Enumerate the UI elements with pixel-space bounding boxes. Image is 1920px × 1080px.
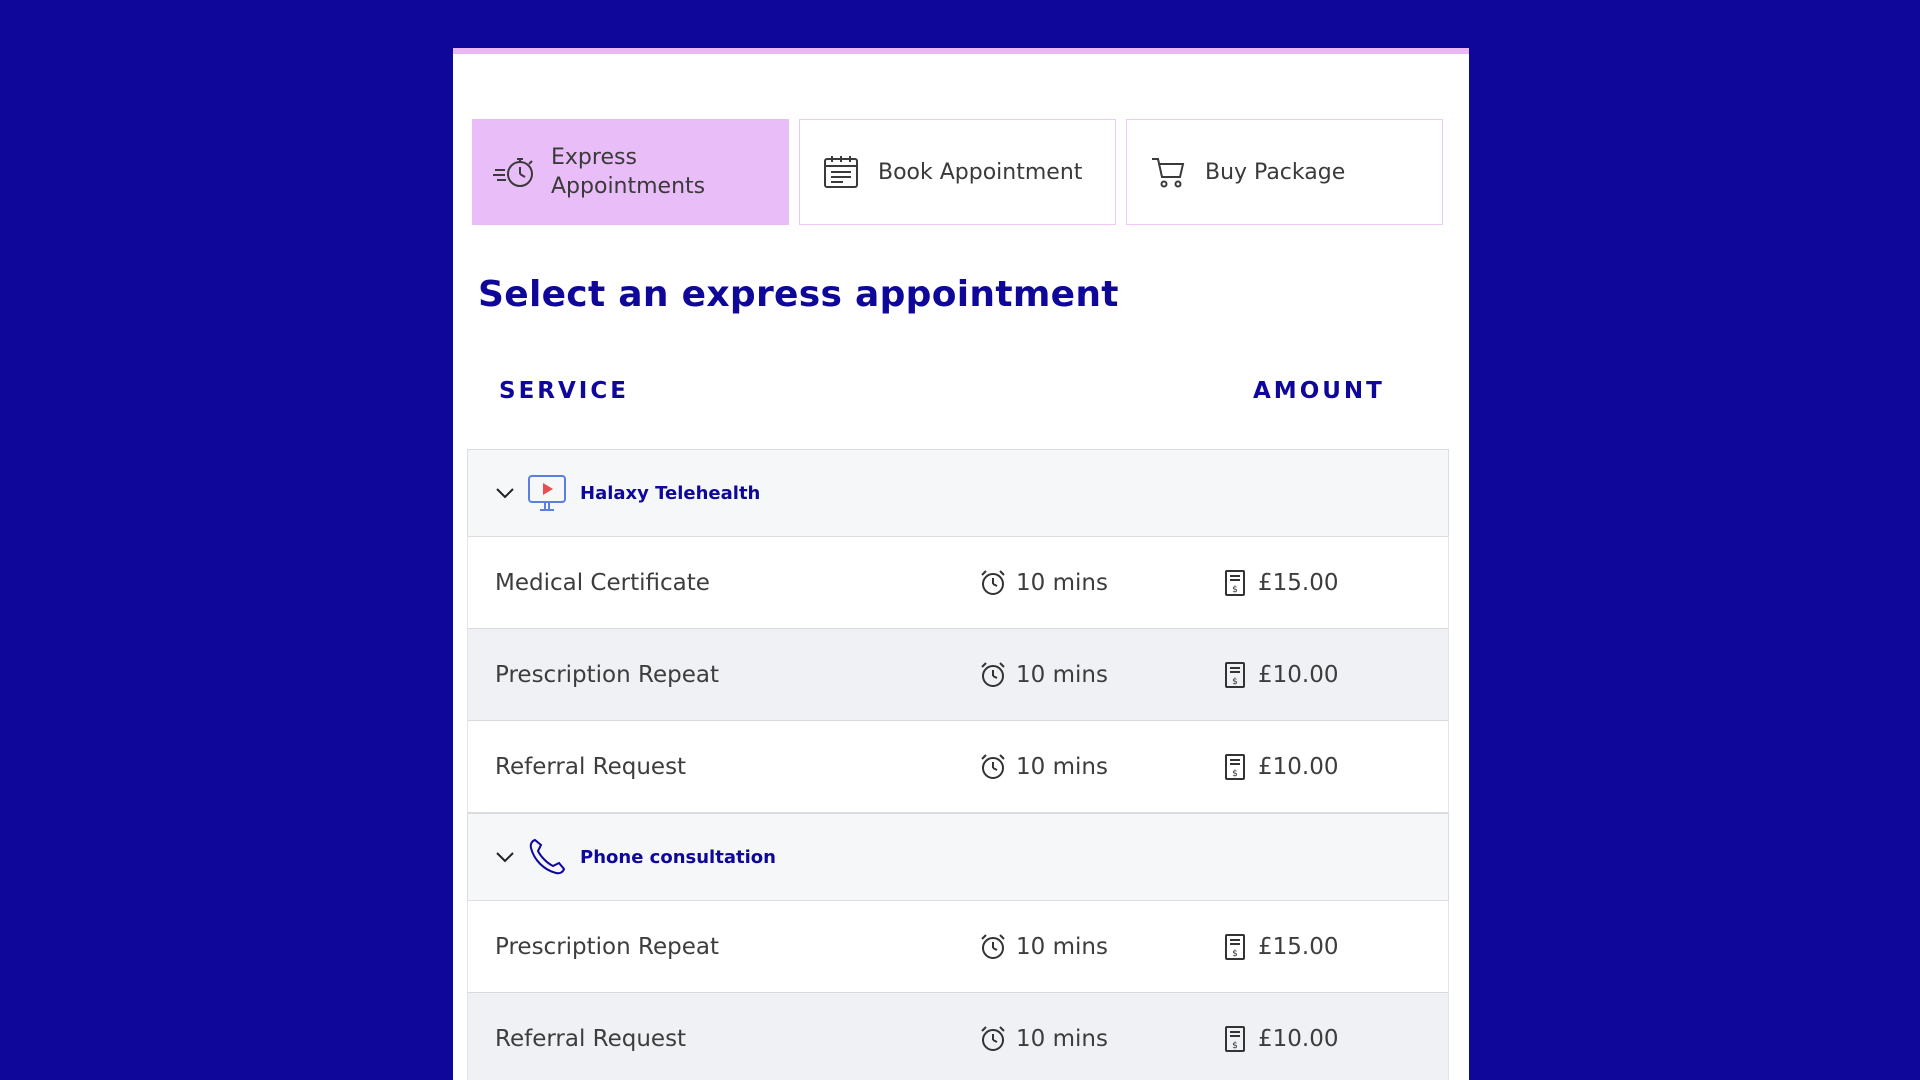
appointment-table: Halaxy Telehealth Medical Certificate 10… <box>467 449 1449 1080</box>
price-text: £15.00 <box>1258 933 1339 960</box>
svg-text:$: $ <box>1232 1041 1238 1051</box>
price: $ £10.00 <box>1220 752 1338 782</box>
alarm-clock-icon <box>978 568 1008 598</box>
service-name: Medical Certificate <box>495 569 710 596</box>
group-name: Phone consultation <box>580 846 776 868</box>
column-header-amount: AMOUNT <box>1253 378 1385 404</box>
svg-text:$: $ <box>1232 585 1238 595</box>
tab-buy-package[interactable]: Buy Package <box>1126 119 1443 225</box>
price-text: £15.00 <box>1258 569 1339 596</box>
tab-label: Book Appointment <box>878 159 1083 185</box>
receipt-icon: $ <box>1220 1024 1250 1054</box>
duration: 10 mins <box>978 932 1108 962</box>
service-name: Referral Request <box>495 753 687 780</box>
duration: 10 mins <box>978 752 1108 782</box>
column-header-service: SERVICE <box>499 378 629 404</box>
table-row[interactable]: Referral Request 10 mins $ £10.00 <box>467 993 1449 1080</box>
chevron-down-icon[interactable] <box>494 482 516 504</box>
chevron-down-icon[interactable] <box>494 846 516 868</box>
alarm-clock-icon <box>978 660 1008 690</box>
tab-express-appointments[interactable]: Express Appointments <box>472 119 789 225</box>
price-text: £10.00 <box>1258 753 1339 780</box>
tab-bar: Express Appointments Book Appointment Bu… <box>472 119 1443 225</box>
service-name: Prescription Repeat <box>495 661 719 688</box>
price: $ £10.00 <box>1220 1024 1338 1054</box>
price-text: £10.00 <box>1258 1025 1339 1052</box>
receipt-icon: $ <box>1220 752 1250 782</box>
service-name: Referral Request <box>495 1025 687 1052</box>
svg-text:$: $ <box>1232 677 1238 687</box>
group-header-phone-consultation[interactable]: Phone consultation <box>467 813 1449 901</box>
duration-text: 10 mins <box>1016 569 1108 596</box>
alarm-clock-icon <box>978 752 1008 782</box>
svg-text:$: $ <box>1232 769 1238 779</box>
table-row[interactable]: Prescription Repeat 10 mins $ £15.00 <box>467 901 1449 993</box>
alarm-clock-icon <box>978 932 1008 962</box>
booking-panel: Express Appointments Book Appointment Bu… <box>453 48 1469 1080</box>
phone-icon <box>526 836 568 878</box>
receipt-icon: $ <box>1220 932 1250 962</box>
duration-text: 10 mins <box>1016 661 1108 688</box>
svg-text:$: $ <box>1232 949 1238 959</box>
cart-icon <box>1145 152 1191 192</box>
price-text: £10.00 <box>1258 661 1339 688</box>
group-header-halaxy-telehealth[interactable]: Halaxy Telehealth <box>467 449 1449 537</box>
video-monitor-icon <box>526 472 568 514</box>
price: $ £15.00 <box>1220 932 1338 962</box>
group-name: Halaxy Telehealth <box>580 482 761 504</box>
duration-text: 10 mins <box>1016 1025 1108 1052</box>
stopwatch-icon <box>491 152 537 192</box>
alarm-clock-icon <box>978 1024 1008 1054</box>
calendar-icon <box>818 152 864 192</box>
table-row[interactable]: Referral Request 10 mins $ £10.00 <box>467 721 1449 813</box>
receipt-icon: $ <box>1220 568 1250 598</box>
receipt-icon: $ <box>1220 660 1250 690</box>
service-name: Prescription Repeat <box>495 933 719 960</box>
table-row[interactable]: Medical Certificate 10 mins $ £15.00 <box>467 537 1449 629</box>
duration: 10 mins <box>978 568 1108 598</box>
table-row[interactable]: Prescription Repeat 10 mins $ £10.00 <box>467 629 1449 721</box>
duration-text: 10 mins <box>1016 933 1108 960</box>
duration: 10 mins <box>978 660 1108 690</box>
page-title: Select an express appointment <box>478 274 1119 315</box>
duration-text: 10 mins <box>1016 753 1108 780</box>
tab-label: Express Appointments <box>551 145 706 199</box>
tab-label: Buy Package <box>1205 159 1346 185</box>
duration: 10 mins <box>978 1024 1108 1054</box>
tab-book-appointment[interactable]: Book Appointment <box>799 119 1116 225</box>
price: $ £10.00 <box>1220 660 1338 690</box>
price: $ £15.00 <box>1220 568 1338 598</box>
